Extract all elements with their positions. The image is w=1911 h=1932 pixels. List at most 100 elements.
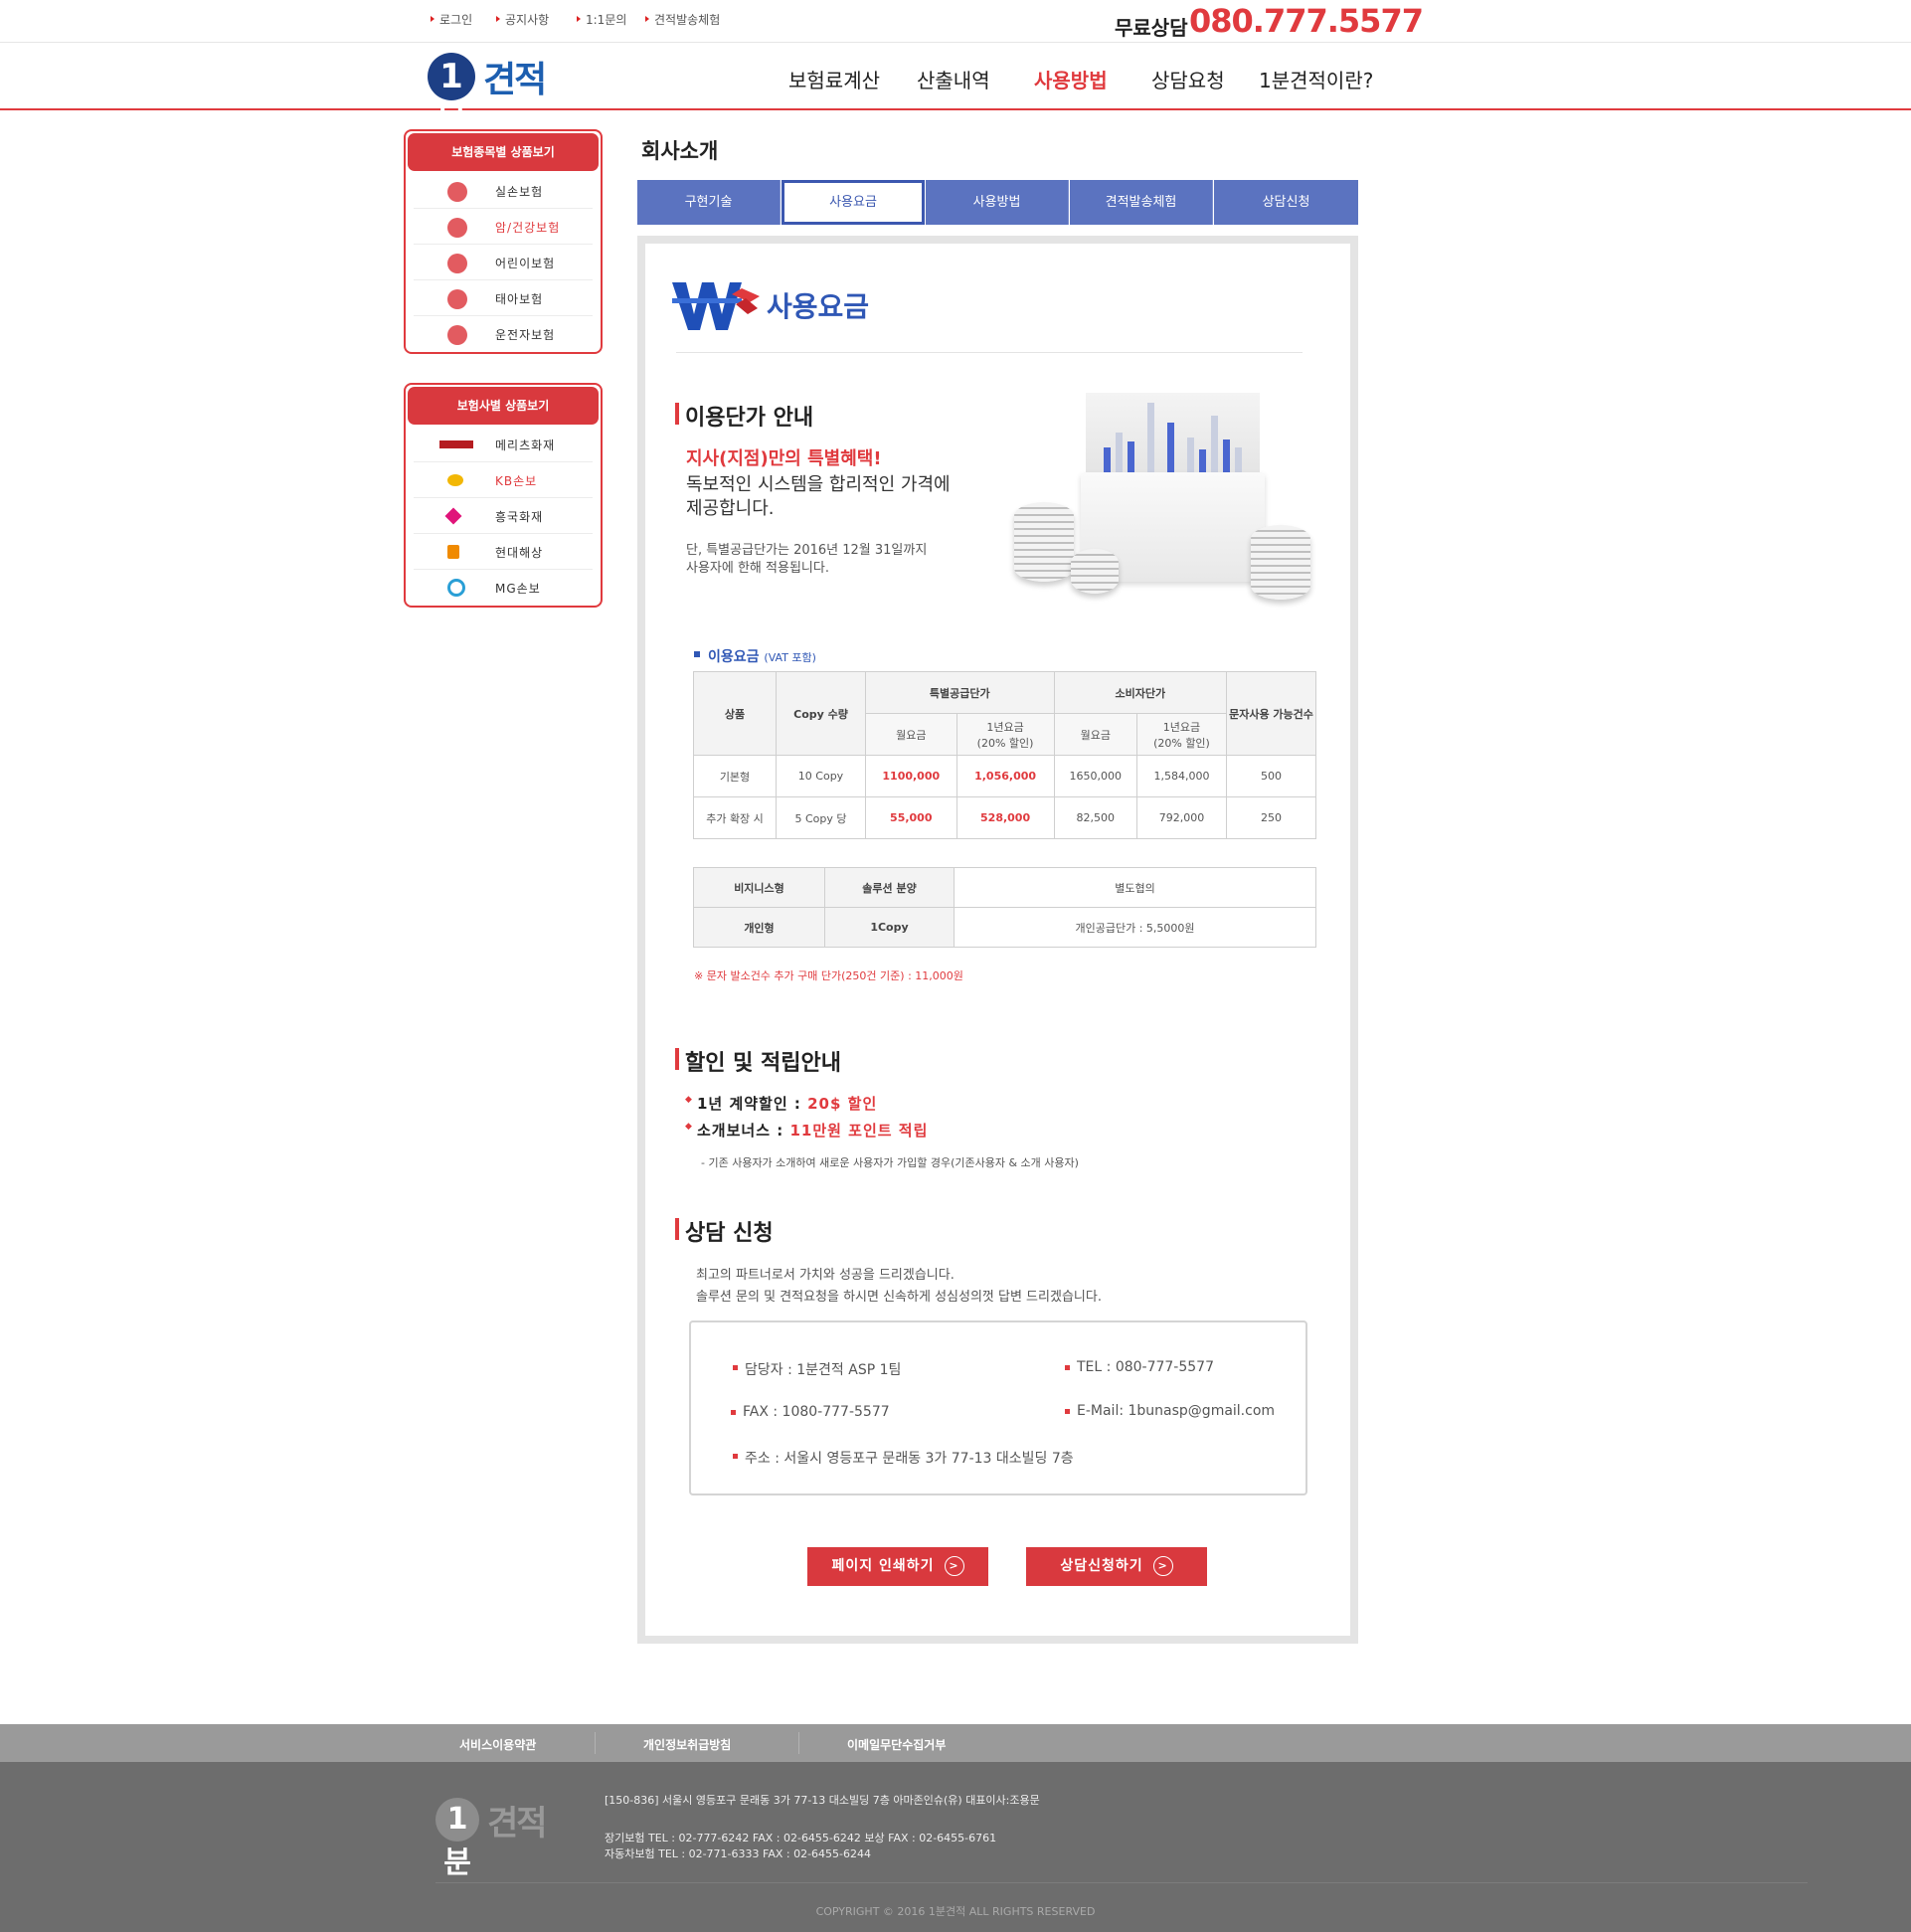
sidebar-item-meritz[interactable]: 메리츠화재 bbox=[414, 427, 593, 462]
table-subheader: 월요금 bbox=[865, 713, 957, 756]
sidebar-item-label: 운전자보험 bbox=[495, 328, 556, 342]
fee-table: 상품 Copy 수량 특별공급단가 소비자단가 문자사용 가능건수 월요금 1년… bbox=[693, 671, 1316, 839]
logo-mark: 1분 bbox=[428, 53, 475, 144]
coin-stack-icon bbox=[1251, 525, 1310, 600]
contact-address: 주소 : 서울시 영등포구 문래동 3가 77-13 대소빌딩 7층 bbox=[733, 1448, 1074, 1468]
hospital-icon bbox=[447, 182, 467, 202]
sidebar-item-label: 현대해상 bbox=[495, 546, 544, 560]
nav-consult-request[interactable]: 상담요청 bbox=[1151, 65, 1225, 93]
contact-email: E-Mail: 1bunasp@gmail.com bbox=[1064, 1403, 1276, 1419]
contact-manager: 담당자 : 1분견적 ASP 1팀 bbox=[732, 1359, 901, 1379]
table-header: 특별공급단가 bbox=[865, 671, 1055, 714]
table-header: 문자사용 가능건수 bbox=[1226, 671, 1316, 756]
table-header: 소비자단가 bbox=[1053, 671, 1228, 714]
footer-address: [150-836] 서울시 영등포구 문래동 3가 77-13 대소빌딩 7층 … bbox=[605, 1794, 1040, 1807]
discount-item-referral: 소개보너스 : 11만원 포인트 적립 bbox=[685, 1120, 928, 1141]
sidebar-item-label: 메리츠화재 bbox=[495, 439, 556, 452]
contact-tel: TEL : 080-777-5577 bbox=[1065, 1359, 1214, 1375]
footer: 1분 견적 [150-836] 서울시 영등포구 문래동 3가 77-13 대소… bbox=[0, 1762, 1911, 1932]
footer-long-term-contact: 장기보험 TEL : 02-777-6242 FAX : 02-6455-624… bbox=[605, 1832, 997, 1844]
email-refusal-link[interactable]: 이메일무단수집거부 bbox=[847, 1736, 946, 1753]
sidebar-item-label: KB손보 bbox=[495, 474, 538, 488]
tab-technology[interactable]: 구현기술 bbox=[637, 180, 781, 225]
header: 1분 견적 보험료계산 산출내역 사용방법 상담요청 1분견적이란? bbox=[0, 43, 1911, 144]
sidebar-insurer: 보험사별 상품보기 메리츠화재 KB손보 흥국화재 현대해상 MG손보 bbox=[404, 383, 603, 608]
phone-number: 080.777.5577 bbox=[1189, 2, 1424, 40]
tab-pricing[interactable]: 사용요금 bbox=[782, 180, 925, 225]
car-icon bbox=[447, 325, 467, 345]
logo-text: 견적 bbox=[483, 60, 547, 100]
promo-line-1: 독보적인 시스템을 합리적인 가격에 bbox=[686, 474, 951, 495]
sidebar-item-fetus[interactable]: 태아보험 bbox=[414, 280, 593, 316]
consult-request-button[interactable]: 상담신청하기 > bbox=[1026, 1547, 1207, 1586]
pricing-section-title: 이용단가 안내 bbox=[674, 400, 813, 432]
discount-section-title: 할인 및 적립안내 bbox=[675, 1045, 841, 1077]
sidebar-item-label: 암/건강보험 bbox=[495, 221, 561, 235]
health-icon bbox=[447, 218, 467, 238]
promo-note-1: 단, 특별공급단가는 2016년 12월 31일까지 bbox=[686, 543, 928, 558]
sidebar-item-mg[interactable]: MG손보 bbox=[414, 570, 593, 606]
phone-label: 무료상담 bbox=[1115, 16, 1188, 40]
business-table: 비지니스형 솔루션 분양 별도협의 개인형 1Copy 개인공급단가 : 5,5… bbox=[693, 867, 1316, 948]
sidebar-item-label: 흥국화재 bbox=[495, 510, 544, 524]
sidebar-item-kb[interactable]: KB손보 bbox=[414, 462, 593, 498]
inquiry-link[interactable]: 1:1문의 bbox=[576, 11, 626, 28]
consult-section-title: 상담 신청 bbox=[675, 1215, 774, 1247]
copyright: COPYRIGHT © 2016 1분견적 ALL RIGHTS RESERVE… bbox=[815, 1905, 1096, 1918]
tab-usage[interactable]: 사용방법 bbox=[926, 180, 1069, 225]
arrow-right-icon: > bbox=[1152, 1556, 1173, 1576]
child-icon bbox=[447, 254, 467, 273]
page-heading: 사용요금 bbox=[767, 290, 870, 323]
consult-line-2: 솔루션 문의 및 견적요청을 하시면 신속하게 성심성의껏 답변 드리겠습니다. bbox=[696, 1290, 1102, 1305]
sidebar-item-child[interactable]: 어린이보험 bbox=[414, 245, 593, 280]
promo-headline: 지사(지점)만의 특별혜택! bbox=[686, 448, 882, 469]
sidebar-item-heungkuk[interactable]: 흥국화재 bbox=[414, 498, 593, 534]
table-row: 기본형 10 Copy 1100,000 1,056,000 1650,000 … bbox=[693, 755, 1316, 797]
nav-about[interactable]: 1분견적이란? bbox=[1259, 65, 1373, 93]
discount-item-annual: 1년 계약할인 : 20$ 할인 bbox=[685, 1093, 877, 1114]
footer-auto-contact: 자동차보험 TEL : 02-771-6333 FAX : 02-6455-62… bbox=[605, 1847, 872, 1860]
contact-fax: FAX : 1080-777-5577 bbox=[731, 1404, 890, 1420]
table-subheader: 월요금 bbox=[1053, 713, 1137, 756]
table-row: 개인형 1Copy 개인공급단가 : 5,5000원 bbox=[693, 907, 1316, 948]
sidebar-title: 보험종목별 상품보기 bbox=[408, 133, 599, 171]
table-subheader: 1년요금 (20% 할인) bbox=[1135, 713, 1228, 756]
print-page-button[interactable]: 페이지 인쇄하기 > bbox=[807, 1547, 988, 1586]
won-currency-icon bbox=[672, 282, 760, 330]
tab-consult[interactable]: 상담신청 bbox=[1214, 180, 1358, 225]
table-row: 비지니스형 솔루션 분양 별도협의 bbox=[693, 867, 1316, 908]
hyundai-logo-icon bbox=[447, 545, 459, 559]
quote-demo-link[interactable]: 견적발송체험 bbox=[644, 11, 720, 28]
nav-premium-calc[interactable]: 보험료계산 bbox=[788, 65, 880, 93]
terms-link[interactable]: 서비스이용약관 bbox=[459, 1736, 536, 1753]
sidebar-item-driver[interactable]: 운전자보험 bbox=[414, 316, 593, 352]
notice-link[interactable]: 공지사항 bbox=[495, 11, 549, 28]
site-logo[interactable]: 1분 견적 bbox=[428, 51, 562, 144]
promo-line-2: 제공합니다. bbox=[686, 498, 775, 519]
login-link[interactable]: 로그인 bbox=[430, 11, 472, 28]
kb-logo-icon bbox=[447, 474, 463, 486]
sidebar-item-indemnity[interactable]: 실손보험 bbox=[414, 173, 593, 209]
footer-nav: 서비스이용약관 개인정보취급방침 이메일무단수집거부 bbox=[0, 1724, 1911, 1762]
nav-calc-history[interactable]: 산출내역 bbox=[917, 65, 990, 93]
table-row: 추가 확장 시 5 Copy 당 55,000 528,000 82,500 7… bbox=[693, 796, 1316, 839]
sidebar-item-hyundai[interactable]: 현대해상 bbox=[414, 534, 593, 570]
table-subheader: 1년요금 (20% 할인) bbox=[956, 713, 1055, 756]
footer-logo: 1분 견적 bbox=[435, 1796, 565, 1880]
sms-note: ※ 문자 발소건수 추가 구매 단가(250건 기준) : 11,000원 bbox=[694, 969, 963, 982]
meritz-logo-icon bbox=[439, 440, 473, 448]
coin-stack-icon bbox=[1014, 502, 1074, 582]
sidebar-item-label: MG손보 bbox=[495, 582, 541, 596]
nav-usage[interactable]: 사용방법 bbox=[1034, 65, 1108, 93]
heungkuk-logo-icon bbox=[444, 507, 462, 525]
mg-logo-icon bbox=[447, 579, 465, 597]
tab-quote-demo[interactable]: 견적발송체험 bbox=[1070, 180, 1213, 225]
sidebar-item-cancer[interactable]: 암/건강보험 bbox=[414, 209, 593, 245]
privacy-link[interactable]: 개인정보취급방침 bbox=[643, 1736, 731, 1753]
promo-note-2: 사용자에 한해 적용됩니다. bbox=[686, 561, 829, 576]
discount-note: - 기존 사용자가 소개하여 새로운 사용자가 가입할 경우(기존사용자 & 소… bbox=[701, 1156, 1079, 1169]
heading-divider bbox=[676, 352, 1303, 353]
fee-table-label: 이용요금 (VAT 포함) bbox=[694, 646, 816, 666]
sidebar-item-label: 태아보험 bbox=[495, 292, 544, 306]
consult-line-1: 최고의 파트너로서 가치와 성공을 드리겠습니다. bbox=[696, 1268, 955, 1283]
